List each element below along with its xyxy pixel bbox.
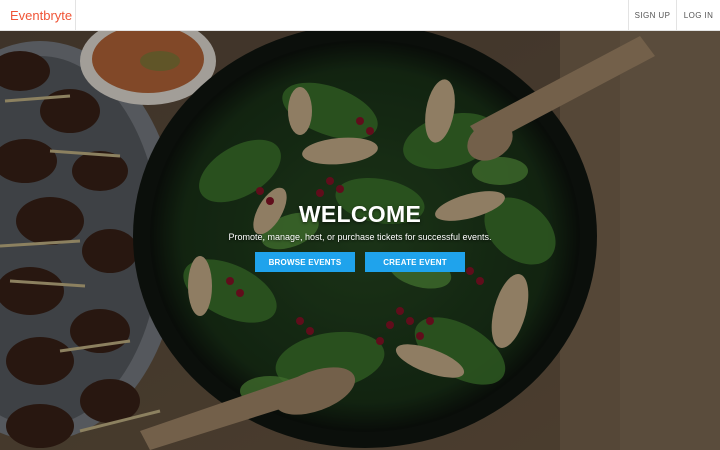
hero-section: WELCOME Promote, manage, host, or purcha… xyxy=(0,31,720,450)
login-link[interactable]: LOG IN xyxy=(676,0,720,30)
cta-row: BROWSE EVENTS CREATE EVENT xyxy=(255,252,465,272)
hero-subtitle: Promote, manage, host, or purchase ticke… xyxy=(228,232,492,242)
brand-logo[interactable]: Eventbryte xyxy=(0,0,76,30)
create-event-button[interactable]: CREATE EVENT xyxy=(365,252,465,272)
signup-link[interactable]: SIGN UP xyxy=(628,0,676,30)
hero-title: WELCOME xyxy=(298,201,422,227)
top-nav: Eventbryte SIGN UP LOG IN xyxy=(0,0,720,31)
browse-events-button[interactable]: BROWSE EVENTS xyxy=(255,252,355,272)
